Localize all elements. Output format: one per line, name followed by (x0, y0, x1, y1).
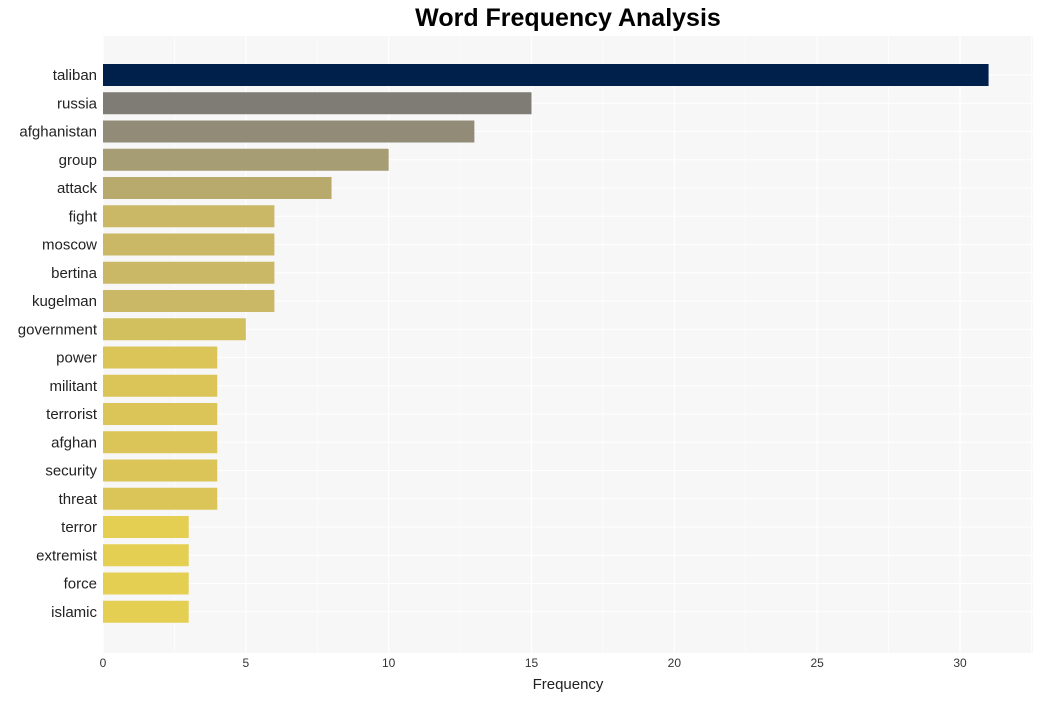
category-label: russia (57, 95, 98, 112)
category-label: moscow (42, 237, 97, 254)
bar-extremist (103, 544, 189, 567)
category-label: bertina (51, 265, 98, 282)
bar-russia (103, 92, 532, 115)
x-tick-label: 30 (953, 656, 967, 670)
category-label: extremist (36, 547, 98, 564)
bar-afghan (103, 431, 218, 454)
category-label: militant (49, 378, 97, 395)
category-label: afghan (51, 434, 97, 451)
category-label: terror (61, 519, 97, 536)
bar-militant (103, 374, 218, 397)
x-tick-label: 10 (382, 656, 396, 670)
category-label: afghanistan (19, 124, 97, 141)
bar-afghanistan (103, 120, 475, 143)
bar-terrorist (103, 403, 218, 425)
category-label: threat (59, 491, 98, 508)
bar-fight (103, 205, 275, 228)
x-tick-labels: 0 5 10 15 20 25 30 (100, 656, 967, 670)
bar-moscow (103, 233, 275, 256)
bar-government (103, 318, 246, 341)
bar-attack (103, 177, 332, 199)
bar-taliban (103, 64, 989, 86)
bar-chart: taliban russia afghanistan group attack fight… (18, 36, 1033, 693)
bar-power (103, 346, 218, 369)
category-label: islamic (51, 604, 97, 621)
x-tick-label: 20 (668, 656, 682, 670)
x-tick-label: 0 (100, 656, 107, 670)
category-label: terrorist (46, 406, 98, 423)
category-label: fight (69, 208, 98, 225)
bar-force (103, 572, 189, 595)
bar-terror (103, 516, 189, 538)
bar-security (103, 459, 218, 482)
category-label: taliban (53, 67, 97, 84)
category-label: attack (57, 180, 98, 197)
category-label: group (59, 152, 97, 169)
bar-bertina (103, 261, 275, 284)
category-labels: taliban russia afghanistan group attack fight… (18, 67, 98, 621)
bar-kugelman (103, 290, 275, 312)
category-label: power (56, 350, 97, 367)
category-label: government (18, 321, 98, 338)
x-tick-label: 25 (810, 656, 824, 670)
category-label: security (45, 463, 97, 480)
category-label: kugelman (32, 293, 97, 310)
category-label: force (64, 576, 97, 593)
x-axis-title: Frequency (533, 676, 604, 693)
bar-islamic (103, 600, 189, 623)
bar-threat (103, 487, 218, 510)
bar-group (103, 148, 389, 171)
x-tick-label: 15 (525, 656, 539, 670)
x-tick-label: 5 (242, 656, 249, 670)
